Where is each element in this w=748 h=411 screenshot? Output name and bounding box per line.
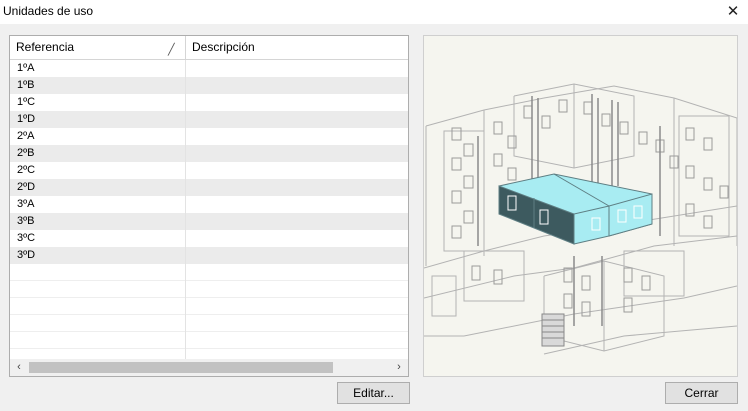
cell-descripcion xyxy=(186,162,408,179)
cell-descripcion xyxy=(186,230,408,247)
close-icon[interactable]: ✕ xyxy=(722,2,744,22)
cell-descripcion xyxy=(186,196,408,213)
cell-descripcion xyxy=(186,60,408,77)
column-header-descripcion[interactable]: Descripción xyxy=(186,36,408,59)
scroll-right-icon[interactable]: › xyxy=(392,359,406,376)
sort-indicator-icon: ╱ xyxy=(168,44,175,56)
cell-descripcion xyxy=(186,94,408,111)
cell-referencia: 3ºC xyxy=(10,230,186,247)
table-row[interactable]: 2ºA xyxy=(10,128,408,145)
edit-button[interactable]: Editar... xyxy=(337,382,410,404)
table-row[interactable]: 3ºB xyxy=(10,213,408,230)
table-row[interactable]: 3ºC xyxy=(10,230,408,247)
empty-cell xyxy=(10,332,186,349)
empty-row xyxy=(10,298,408,315)
cell-referencia: 2ºC xyxy=(10,162,186,179)
building-3d-preview xyxy=(423,35,738,377)
scroll-left-icon[interactable]: ‹ xyxy=(12,359,26,376)
table-row[interactable]: 2ºB xyxy=(10,145,408,162)
column-header-label: Descripción xyxy=(192,40,255,54)
horizontal-scrollbar[interactable]: ‹ › xyxy=(10,359,408,376)
cell-referencia: 3ºB xyxy=(10,213,186,230)
column-header-referencia[interactable]: Referencia ╱ xyxy=(10,36,186,59)
table-body: 1ºA 1ºB 1ºC 1ºD 2ºA 2ºB 2ºC 2ºD 3ºA 3ºB … xyxy=(10,60,408,366)
cell-descripcion xyxy=(186,77,408,94)
title-bar: Unidades de uso ✕ xyxy=(0,0,748,24)
table-header: Referencia ╱ Descripción xyxy=(10,36,408,60)
cell-descripcion xyxy=(186,111,408,128)
table-row[interactable]: 1ºD xyxy=(10,111,408,128)
table-row[interactable]: 3ºD xyxy=(10,247,408,264)
building-3d-drawing xyxy=(424,83,737,355)
cell-descripcion xyxy=(186,128,408,145)
empty-row xyxy=(10,315,408,332)
cell-descripcion xyxy=(186,247,408,264)
close-button[interactable]: Cerrar xyxy=(665,382,738,404)
cell-referencia: 2ºB xyxy=(10,145,186,162)
cell-referencia: 1ºA xyxy=(10,60,186,77)
cell-descripcion xyxy=(186,179,408,196)
empty-cell xyxy=(10,298,186,315)
empty-row xyxy=(10,332,408,349)
empty-cell xyxy=(10,281,186,298)
table-row[interactable]: 2ºD xyxy=(10,179,408,196)
empty-row xyxy=(10,264,408,281)
units-table[interactable]: Referencia ╱ Descripción 1ºA 1ºB 1ºC 1ºD… xyxy=(9,35,409,377)
cell-descripcion xyxy=(186,145,408,162)
cell-referencia: 1ºD xyxy=(10,111,186,128)
cell-referencia: 2ºD xyxy=(10,179,186,196)
scrollbar-thumb[interactable] xyxy=(29,362,333,373)
table-row[interactable]: 1ºC xyxy=(10,94,408,111)
table-row[interactable]: 1ºB xyxy=(10,77,408,94)
cell-descripcion xyxy=(186,213,408,230)
column-header-label: Referencia xyxy=(16,40,75,54)
table-row[interactable]: 1ºA xyxy=(10,60,408,77)
empty-row xyxy=(10,281,408,298)
cell-referencia: 1ºC xyxy=(10,94,186,111)
empty-cell xyxy=(10,264,186,281)
empty-cell xyxy=(10,315,186,332)
cell-referencia: 1ºB xyxy=(10,77,186,94)
table-row[interactable]: 2ºC xyxy=(10,162,408,179)
table-row[interactable]: 3ºA xyxy=(10,196,408,213)
cell-referencia: 3ºD xyxy=(10,247,186,264)
cell-referencia: 3ºA xyxy=(10,196,186,213)
cell-referencia: 2ºA xyxy=(10,128,186,145)
window-title: Unidades de uso xyxy=(3,4,94,18)
